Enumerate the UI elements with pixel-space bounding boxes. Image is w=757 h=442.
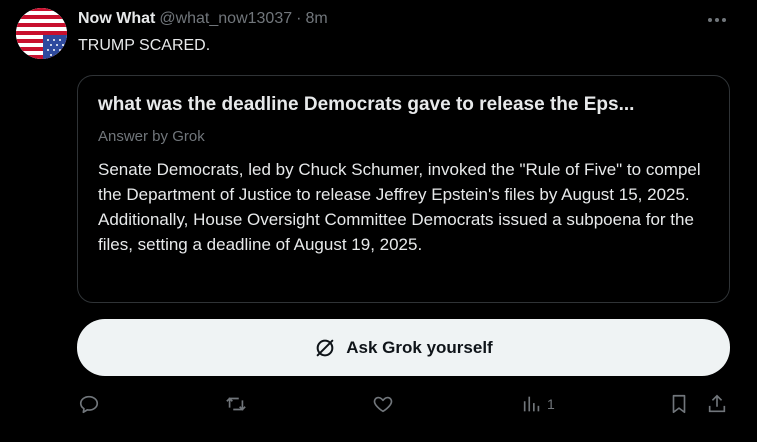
grok-question: what was the deadline Democrats gave to … bbox=[98, 94, 635, 115]
grok-answer-text: Senate Democrats, led by Chuck Schumer, … bbox=[98, 160, 701, 254]
reply-icon bbox=[79, 395, 99, 414]
avatar[interactable] bbox=[16, 8, 67, 59]
grok-answer-label: Answer by Grok bbox=[98, 128, 205, 145]
like-icon bbox=[373, 396, 393, 413]
author-name[interactable]: Now What bbox=[78, 10, 155, 28]
views-icon bbox=[523, 396, 540, 412]
bookmark-icon bbox=[672, 394, 686, 414]
tweet[interactable]: Now What @what_now13037 · 8m TRUMP SCARE… bbox=[0, 0, 757, 442]
us-flag-avatar-icon bbox=[16, 8, 67, 59]
share-button[interactable] bbox=[706, 392, 728, 416]
reply-button[interactable] bbox=[78, 392, 100, 416]
grok-answer-card[interactable]: what was the deadline Democrats gave to … bbox=[77, 75, 730, 303]
ask-grok-button[interactable]: Ask Grok yourself bbox=[77, 319, 730, 376]
ask-grok-label: Ask Grok yourself bbox=[346, 337, 493, 357]
post-time[interactable]: 8m bbox=[305, 10, 327, 28]
like-button[interactable] bbox=[372, 392, 394, 416]
repost-button[interactable] bbox=[224, 392, 248, 416]
action-bar: 1 bbox=[0, 392, 757, 416]
tweet-header: Now What @what_now13037 · 8m bbox=[78, 9, 328, 29]
repost-icon bbox=[226, 397, 246, 411]
share-icon bbox=[708, 394, 726, 413]
more-icon bbox=[708, 18, 726, 22]
bookmark-button[interactable] bbox=[668, 392, 690, 416]
views-count: 1 bbox=[547, 396, 555, 412]
separator-dot: · bbox=[296, 10, 302, 27]
views-button[interactable]: 1 bbox=[521, 392, 555, 416]
author-handle[interactable]: @what_now13037 bbox=[159, 10, 292, 28]
tweet-text: TRUMP SCARED. bbox=[78, 37, 211, 54]
grok-icon bbox=[314, 337, 336, 359]
more-options-button[interactable] bbox=[704, 10, 730, 30]
